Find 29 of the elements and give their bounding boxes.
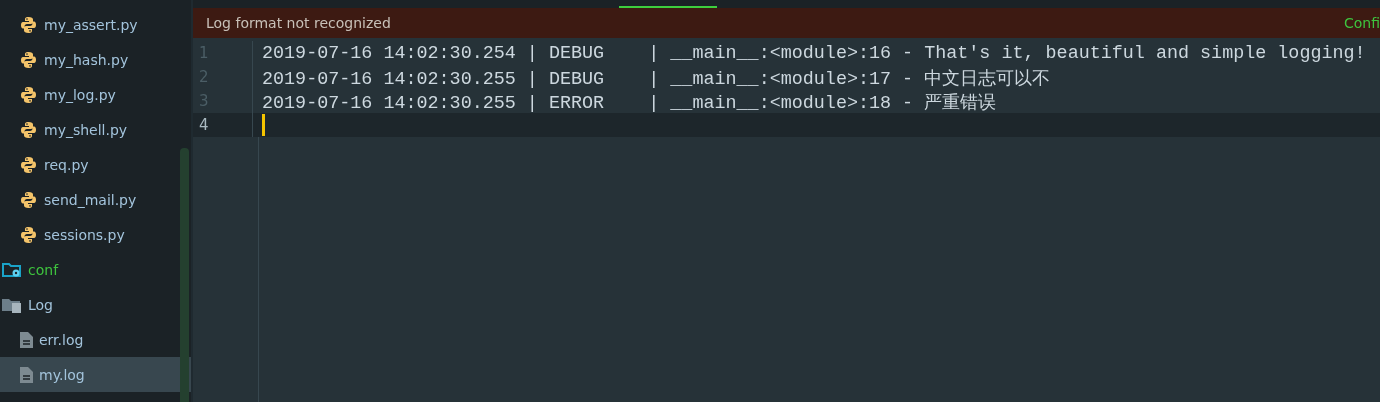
- code-line: 2019-07-16 14:02:30.255 | ERROR | __main__:<module>:18 - 严重错误: [261, 91, 997, 114]
- python-icon: [20, 50, 38, 69]
- text-cursor: [262, 114, 265, 136]
- code-line: 2019-07-16 14:02:30.254 | DEBUG | __main__:<module>:16 - That's it, beautiful and simple logging!: [261, 42, 1366, 64]
- python-icon: [20, 225, 38, 244]
- tree-item[interactable]: my_log.py: [0, 77, 191, 112]
- scrollbar[interactable]: [180, 148, 189, 402]
- file-icon: [20, 366, 33, 383]
- folder-icon: [2, 296, 22, 313]
- tree-item[interactable]: my_hash.py: [0, 42, 191, 77]
- python-icon: [20, 190, 38, 209]
- tree-item[interactable]: err.log: [0, 322, 191, 357]
- tree-item[interactable]: my_assert.py: [0, 7, 191, 42]
- tree-item[interactable]: send_mail.py: [0, 182, 191, 217]
- tree-item[interactable]: req.py: [0, 147, 191, 182]
- tree-item[interactable]: sessions.py: [0, 217, 191, 252]
- configure-link[interactable]: Confi: [1343, 15, 1380, 31]
- tree-item[interactable]: my_shell.py: [0, 112, 191, 147]
- code-line: 2019-07-16 14:02:30.255 | DEBUG | __main__:<module>:17 - 中文日志可以不: [261, 67, 1051, 90]
- tree-item[interactable]: conf: [0, 252, 191, 287]
- tree-item[interactable]: my.log: [0, 357, 191, 392]
- tree-item[interactable]: Log: [0, 287, 191, 322]
- python-icon: [20, 15, 38, 34]
- line-number: 4: [193, 113, 253, 137]
- banner-message: Log format not recognized: [206, 15, 391, 31]
- python-icon: [20, 120, 38, 139]
- python-icon: [20, 85, 38, 104]
- python-icon: [20, 155, 38, 174]
- file-icon: [20, 331, 33, 348]
